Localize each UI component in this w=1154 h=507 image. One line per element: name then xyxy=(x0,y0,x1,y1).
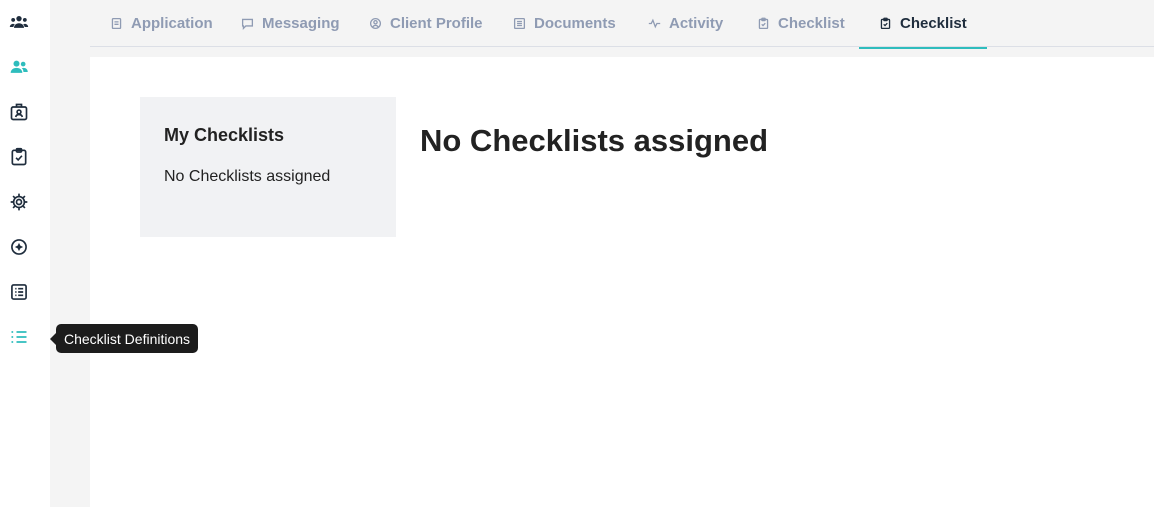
panel-title: My Checklists xyxy=(164,125,285,145)
tooltip: Checklist Definitions xyxy=(49,324,199,353)
list-box-icon xyxy=(11,284,27,300)
my-checklists-panel: My Checklists No Checklists assigned xyxy=(140,97,396,237)
tab-label: Documents xyxy=(534,15,616,32)
page-title: No Checklists assigned xyxy=(420,123,769,158)
tab-checklist[interactable]: Checklist xyxy=(737,0,865,47)
activity-icon xyxy=(648,18,661,29)
tab-label: Checklist xyxy=(778,15,845,32)
documents-icon xyxy=(513,17,526,30)
list-icon xyxy=(11,331,27,343)
sidebar-item-compass[interactable] xyxy=(7,235,31,259)
clipboard-check-icon xyxy=(11,147,27,166)
tab-bar: Application Messaging Client Profile Doc… xyxy=(90,0,1154,49)
tab-label: Application xyxy=(131,15,213,32)
clipboard-check-icon xyxy=(880,17,891,30)
panel-empty-message: No Checklists assigned xyxy=(164,168,331,185)
document-icon xyxy=(111,17,122,30)
team-icon xyxy=(9,16,29,28)
tab-label: Client Profile xyxy=(390,15,483,32)
compass-icon xyxy=(11,239,27,255)
tab-application[interactable]: Application xyxy=(90,0,233,47)
user-circle-icon xyxy=(369,17,382,30)
sidebar-item-team[interactable] xyxy=(7,10,31,34)
id-badge-icon xyxy=(10,103,28,121)
sidebar xyxy=(0,0,50,507)
gear-icon xyxy=(10,193,28,211)
tab-messaging[interactable]: Messaging xyxy=(221,0,360,47)
tab-documents[interactable]: Documents xyxy=(493,0,636,47)
sidebar-item-checklist-definitions[interactable] xyxy=(7,325,31,349)
sidebar-item-users[interactable] xyxy=(7,55,31,79)
tab-activity[interactable]: Activity xyxy=(628,0,743,47)
tab-label: Checklist xyxy=(900,15,967,32)
sidebar-item-id-badge[interactable] xyxy=(7,100,31,124)
clipboard-check-icon xyxy=(758,17,769,30)
content-area: My Checklists No Checklists assigned No … xyxy=(90,57,1154,507)
sidebar-item-clipboard[interactable] xyxy=(7,145,31,169)
tab-checklist-active[interactable]: Checklist xyxy=(859,0,987,49)
tab-client-profile[interactable]: Client Profile xyxy=(349,0,503,47)
chat-icon xyxy=(241,18,254,30)
tab-label: Activity xyxy=(669,15,724,32)
sidebar-item-list-box[interactable] xyxy=(7,280,31,304)
users-icon xyxy=(10,60,28,73)
tab-label: Messaging xyxy=(262,15,340,32)
sidebar-item-settings[interactable] xyxy=(7,190,31,214)
